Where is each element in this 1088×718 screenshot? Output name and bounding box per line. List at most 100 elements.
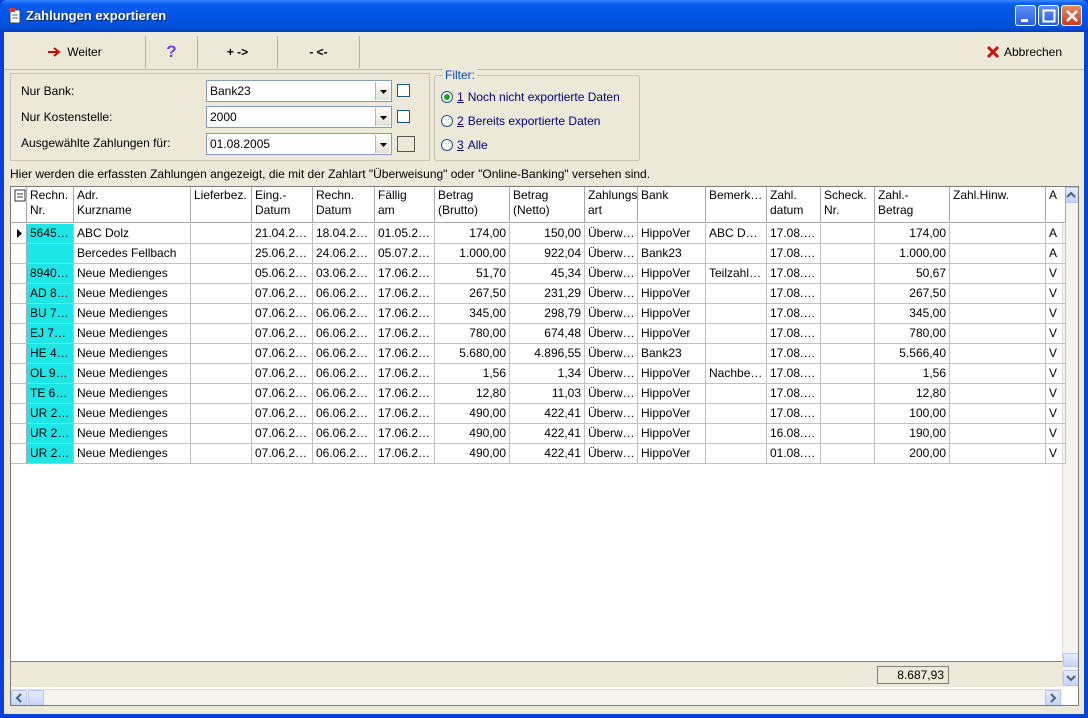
table-cell[interactable]: V <box>1046 384 1066 404</box>
table-cell[interactable]: HE 4… <box>27 344 74 364</box>
table-cell[interactable]: V <box>1046 404 1066 424</box>
table-cell[interactable]: 422,41 <box>510 444 585 464</box>
table-cell[interactable]: Neue Medienges <box>74 284 191 304</box>
scroll-thumb[interactable] <box>1063 653 1078 667</box>
table-cell[interactable] <box>706 344 767 364</box>
table-cell[interactable]: 17.06.2… <box>375 344 435 364</box>
row-indicator[interactable] <box>11 364 27 384</box>
title-bar[interactable]: Zahlungen exportieren <box>0 0 1088 32</box>
table-cell[interactable]: Überw… <box>585 384 638 404</box>
table-cell[interactable] <box>706 284 767 304</box>
add-button[interactable]: + -> <box>198 36 278 68</box>
table-cell[interactable]: 06.06.2… <box>313 404 375 424</box>
table-cell[interactable]: HippoVer <box>638 284 706 304</box>
table-cell[interactable]: 1.000,00 <box>435 244 510 264</box>
radio-selected[interactable] <box>441 91 453 103</box>
table-cell[interactable]: Neue Medienges <box>74 444 191 464</box>
table-cell[interactable]: 06.06.2… <box>313 304 375 324</box>
table-cell[interactable]: Bercedes Fellbach <box>74 244 191 264</box>
table-cell[interactable]: 17.08.… <box>767 304 821 324</box>
table-cell[interactable]: 07.06.2… <box>252 424 313 444</box>
table-cell[interactable]: 07.06.2… <box>252 404 313 424</box>
table-cell[interactable]: Überw… <box>585 264 638 284</box>
table-cell[interactable]: 780,00 <box>875 324 950 344</box>
table-cell[interactable] <box>821 424 875 444</box>
table-cell[interactable] <box>191 224 252 244</box>
table-cell[interactable]: 345,00 <box>875 304 950 324</box>
row-indicator[interactable] <box>11 284 27 304</box>
table-cell[interactable] <box>821 264 875 284</box>
table-cell[interactable] <box>706 404 767 424</box>
table-cell[interactable]: 150,00 <box>510 224 585 244</box>
table-cell[interactable] <box>950 264 1046 284</box>
scroll-right-button[interactable] <box>1045 690 1061 705</box>
table-cell[interactable]: 06.06.2… <box>313 364 375 384</box>
table-cell[interactable]: Neue Medienges <box>74 344 191 364</box>
table-cell[interactable]: ABC D… <box>706 224 767 244</box>
table-cell[interactable] <box>821 444 875 464</box>
column-header[interactable]: Adr. Kurzname <box>74 187 191 223</box>
table-cell[interactable]: 01.08.… <box>767 444 821 464</box>
column-header[interactable]: Rechn. Nr. <box>27 187 74 223</box>
table-cell[interactable]: 17.06.2… <box>375 404 435 424</box>
row-indicator[interactable] <box>11 244 27 264</box>
table-cell[interactable] <box>950 244 1046 264</box>
column-header[interactable]: Zahl.Hinw. <box>950 187 1046 223</box>
row-indicator[interactable] <box>11 264 27 284</box>
table-cell[interactable]: Neue Medienges <box>74 364 191 384</box>
table-cell[interactable]: 07.06.2… <box>252 444 313 464</box>
table-cell[interactable]: 17.08.… <box>767 244 821 264</box>
table-cell[interactable] <box>821 384 875 404</box>
table-cell[interactable]: Überw… <box>585 224 638 244</box>
remove-button[interactable]: - <- <box>278 36 360 68</box>
table-cell[interactable]: 1,34 <box>510 364 585 384</box>
horizontal-scrollbar[interactable] <box>11 689 1062 705</box>
table-cell[interactable]: 18.04.2… <box>313 224 375 244</box>
column-header[interactable]: Zahl.- Betrag <box>875 187 950 223</box>
table-cell[interactable]: 07.06.2… <box>252 324 313 344</box>
table-cell[interactable] <box>821 364 875 384</box>
chevron-down-icon[interactable] <box>375 135 390 153</box>
table-cell[interactable]: 1.000,00 <box>875 244 950 264</box>
table-cell[interactable]: UR 2… <box>27 424 74 444</box>
table-cell[interactable]: Überw… <box>585 304 638 324</box>
table-cell[interactable]: V <box>1046 304 1066 324</box>
table-cell[interactable] <box>706 424 767 444</box>
column-header[interactable]: Zahl. datum <box>767 187 821 223</box>
table-cell[interactable]: V <box>1046 284 1066 304</box>
column-header[interactable]: Eing.- Datum <box>252 187 313 223</box>
table-cell[interactable]: 345,00 <box>435 304 510 324</box>
table-cell[interactable]: 07.06.2… <box>252 344 313 364</box>
table-cell[interactable]: 5.680,00 <box>435 344 510 364</box>
table-cell[interactable] <box>950 224 1046 244</box>
table-cell[interactable]: 05.07.2… <box>375 244 435 264</box>
table-cell[interactable]: 17.06.2… <box>375 424 435 444</box>
table-cell[interactable]: TE 6… <box>27 384 74 404</box>
row-indicator[interactable] <box>11 344 27 364</box>
table-cell[interactable]: Neue Medienges <box>74 264 191 284</box>
filter-option-2[interactable]: 2 Bereits exportierte Daten <box>441 114 600 128</box>
maximize-button[interactable] <box>1038 5 1059 26</box>
table-cell[interactable]: Neue Medienges <box>74 384 191 404</box>
table-cell[interactable]: 17.06.2… <box>375 444 435 464</box>
table-cell[interactable]: V <box>1046 424 1066 444</box>
table-cell[interactable] <box>950 284 1046 304</box>
payments-grid[interactable]: 8.687,93 Rechn. Nr. Adr. Kurzname Lieferbe… <box>10 186 1079 706</box>
table-cell[interactable] <box>191 404 252 424</box>
table-cell[interactable]: 190,00 <box>875 424 950 444</box>
table-cell[interactable] <box>821 284 875 304</box>
table-cell[interactable]: 07.06.2… <box>252 384 313 404</box>
table-cell[interactable] <box>191 444 252 464</box>
table-cell[interactable]: 17.08.… <box>767 344 821 364</box>
table-cell[interactable]: Neue Medienges <box>74 304 191 324</box>
abbrechen-button[interactable]: Abbrechen <box>980 36 1068 68</box>
table-cell[interactable]: V <box>1046 264 1066 284</box>
table-cell[interactable]: 17.08.… <box>767 404 821 424</box>
row-indicator[interactable] <box>11 404 27 424</box>
column-header[interactable]: Betrag (Brutto) <box>435 187 510 223</box>
table-cell[interactable]: EJ 7… <box>27 324 74 344</box>
table-cell[interactable]: Überw… <box>585 284 638 304</box>
table-cell[interactable]: V <box>1046 324 1066 344</box>
table-cell[interactable]: 422,41 <box>510 404 585 424</box>
table-cell[interactable]: 4.896,55 <box>510 344 585 364</box>
